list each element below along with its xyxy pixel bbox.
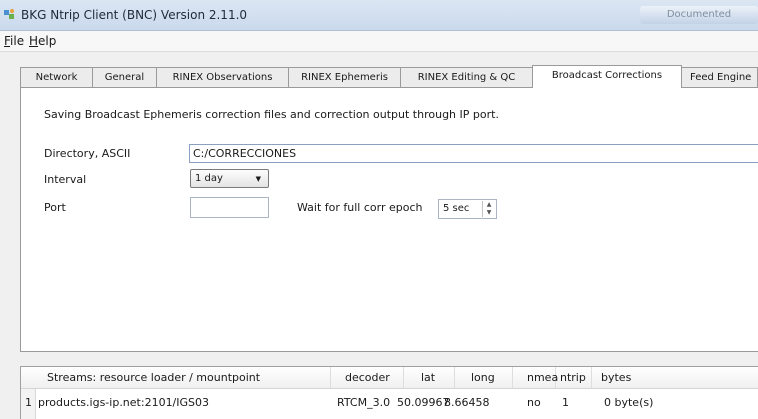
tab-rinex-observations[interactable]: RINEX Observations [156, 67, 289, 87]
directory-label: Directory, ASCII [44, 147, 131, 160]
col-header-mountpoint[interactable]: Streams: resource loader / mountpoint [35, 367, 331, 388]
wait-epoch-label: Wait for full corr epoch [297, 201, 423, 214]
chevron-down-icon: ▼ [255, 175, 261, 183]
col-header-nmea[interactable]: nmea [513, 367, 558, 388]
col-header-long[interactable]: long [455, 367, 513, 388]
cell-mountpoint: products.igs-ip.net:2101/IGS03 [38, 396, 210, 409]
streams-table: Streams: resource loader / mountpoint de… [20, 366, 758, 419]
broadcast-corrections-panel: Saving Broadcast Ephemeris correction fi… [20, 87, 758, 352]
menu-bar: File Help [0, 31, 758, 52]
spin-arrows-icon[interactable]: ▲ ▼ [482, 201, 495, 217]
cell-ntrip: 1 [562, 396, 569, 409]
menu-file[interactable]: File [4, 34, 24, 48]
tab-general[interactable]: General [92, 67, 157, 87]
title-bar-right-text: Documented [640, 6, 758, 24]
col-header-bytes[interactable]: bytes [592, 367, 758, 388]
title-bar: BKG Ntrip Client (BNC) Version 2.11.0 Do… [0, 0, 758, 31]
tab-broadcast-corrections[interactable]: Broadcast Corrections [532, 65, 682, 88]
wait-epoch-spinbox[interactable]: 5 sec ▲ ▼ [438, 199, 497, 219]
interval-select[interactable]: 1 day ▼ [190, 169, 269, 188]
tab-feed-engine[interactable]: Feed Engine [681, 67, 758, 87]
port-input[interactable] [190, 197, 269, 218]
tab-rinex-ephemeris[interactable]: RINEX Ephemeris [288, 67, 401, 87]
cell-bytes: 0 byte(s) [604, 396, 654, 409]
col-header-ntrip[interactable]: ntrip [556, 367, 592, 388]
directory-input[interactable]: C:/CORRECCIONES [189, 144, 758, 163]
cell-decoder: RTCM_3.0 [337, 396, 391, 409]
menu-help[interactable]: Help [29, 34, 56, 48]
col-header-decoder[interactable]: decoder [331, 367, 404, 388]
bnc-app-icon [4, 9, 14, 19]
tab-rinex-editing-qc[interactable]: RINEX Editing & QC [400, 67, 533, 87]
cell-nmea: no [527, 396, 541, 409]
tab-network[interactable]: Network [20, 67, 93, 87]
interval-value: 1 day [195, 173, 223, 184]
streams-table-header: Streams: resource loader / mountpoint de… [21, 367, 758, 389]
window-title: BKG Ntrip Client (BNC) Version 2.11.0 [21, 8, 248, 22]
tab-bar: Network General RINEX Observations RINEX… [20, 65, 758, 88]
interval-label: Interval [44, 173, 87, 186]
cell-long: 8.66458 [444, 396, 490, 409]
col-header-lat[interactable]: lat [404, 367, 455, 388]
port-label: Port [44, 201, 66, 214]
panel-description: Saving Broadcast Ephemeris correction fi… [44, 108, 499, 121]
cell-lat: 50.09967 [397, 396, 450, 409]
row-number: 1 [25, 396, 32, 409]
wait-epoch-value: 5 sec [443, 203, 470, 214]
